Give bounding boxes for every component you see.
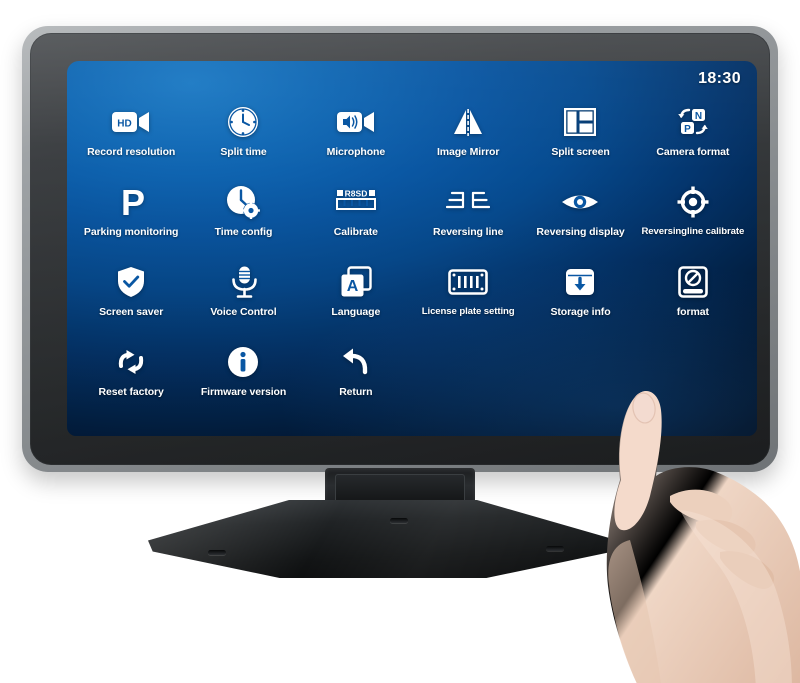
calibrate-badge-text: R8SD (344, 189, 367, 199)
microphone-icon (215, 261, 271, 303)
menu-item-screen-saver[interactable]: Screen saver (75, 261, 187, 334)
monitor-bezel: 18:30 HD Record resolution Split time Mi… (30, 33, 770, 465)
menu-item-microphone[interactable]: Microphone (300, 101, 412, 174)
menu-label: Reset factory (98, 386, 164, 398)
speaker-camcorder-icon (328, 101, 384, 143)
screenshot-stage: 18:30 HD Record resolution Split time Mi… (0, 0, 800, 683)
menu-label: Microphone (326, 146, 386, 158)
monitor-device: 18:30 HD Record resolution Split time Mi… (22, 26, 778, 472)
menu-item-split-screen[interactable]: Split screen (524, 101, 636, 174)
menu-label: Parking monitoring (83, 226, 179, 238)
base-slot-right (546, 546, 564, 551)
menu-label: Time config (214, 226, 273, 238)
split-screen-icon (552, 101, 608, 143)
reset-refresh-icon (103, 341, 159, 383)
language-a-icon: A (328, 261, 384, 303)
shield-check-icon (103, 261, 159, 303)
menu-label: Reversing line (432, 226, 504, 238)
eye-icon (552, 181, 608, 223)
menu-item-reversing-display[interactable]: Reversing display (524, 181, 636, 254)
menu-label: Screen saver (99, 306, 164, 318)
license-plate-icon (440, 261, 496, 303)
menu-item-camera-format[interactable]: NP Camera format (637, 101, 749, 174)
menu-label: format (676, 306, 709, 318)
monitor-base-plate (148, 500, 618, 578)
reversing-line-icon (440, 181, 496, 223)
camera-format-np-icon: NP (665, 101, 721, 143)
menu-item-calibrate[interactable]: R8SD Calibrate (300, 181, 412, 254)
menu-label: Split screen (551, 146, 610, 158)
monitor-base (148, 500, 618, 578)
menu-label: Split time (220, 146, 267, 158)
menu-item-split-time[interactable]: Split time (187, 101, 299, 174)
menu-item-language[interactable]: A Language (300, 261, 412, 334)
svg-text:A: A (347, 278, 359, 295)
menu-item-image-mirror[interactable]: Image Mirror (412, 101, 524, 174)
svg-text:P: P (121, 185, 144, 219)
menu-item-storage-info[interactable]: Storage info (524, 261, 636, 334)
back-arrow-icon (328, 341, 384, 383)
menu-label: Storage info (550, 306, 611, 318)
menu-item-reset-factory[interactable]: Reset factory (75, 341, 187, 414)
info-circle-icon (215, 341, 271, 383)
menu-item-firmware-version[interactable]: Firmware version (187, 341, 299, 414)
status-bar-clock: 18:30 (698, 70, 741, 87)
menu-item-parking-monitoring[interactable]: P Parking monitoring (75, 181, 187, 254)
base-slot-top (390, 518, 408, 523)
menu-item-record-resolution[interactable]: HD Record resolution (75, 101, 187, 174)
menu-item-time-config[interactable]: Time config (187, 181, 299, 254)
base-slot-left (208, 550, 226, 555)
menu-label: Reversingline calibrate (641, 226, 745, 237)
menu-label: Firmware version (200, 386, 287, 398)
menu-label: License plate setting (421, 306, 515, 317)
menu-label: Camera format (656, 146, 730, 158)
menu-item-voice-control[interactable]: Voice Control (187, 261, 299, 334)
hd-camcorder-icon: HD (103, 101, 159, 143)
ruler-r8sd-icon: R8SD (328, 181, 384, 223)
menu-label: Record resolution (87, 146, 176, 158)
menu-label: Language (331, 306, 381, 318)
svg-text:P: P (684, 124, 691, 135)
clock-gear-icon (215, 181, 271, 223)
crosshair-target-icon (665, 181, 721, 223)
menu-item-license-plate-setting[interactable]: License plate setting (412, 261, 524, 334)
image-mirror-icon (440, 101, 496, 143)
menu-item-reversingline-calibrate[interactable]: Reversingline calibrate (637, 181, 749, 254)
menu-label: Calibrate (333, 226, 378, 238)
menu-item-return[interactable]: Return (300, 341, 412, 414)
menu-item-format[interactable]: format (637, 261, 749, 334)
format-disable-disk-icon (665, 261, 721, 303)
settings-icon-grid: HD Record resolution Split time Micropho… (67, 101, 757, 414)
parking-p-icon: P (103, 181, 159, 223)
storage-download-icon (552, 261, 608, 303)
touchscreen-display[interactable]: 18:30 HD Record resolution Split time Mi… (67, 61, 757, 436)
menu-label: Return (339, 386, 373, 398)
clock-icon (215, 101, 271, 143)
menu-label: Image Mirror (436, 146, 500, 158)
svg-text:HD: HD (117, 119, 131, 130)
menu-item-reversing-line[interactable]: Reversing line (412, 181, 524, 254)
menu-label: Voice Control (210, 306, 277, 318)
svg-text:N: N (695, 111, 702, 122)
menu-label: Reversing display (536, 226, 625, 238)
